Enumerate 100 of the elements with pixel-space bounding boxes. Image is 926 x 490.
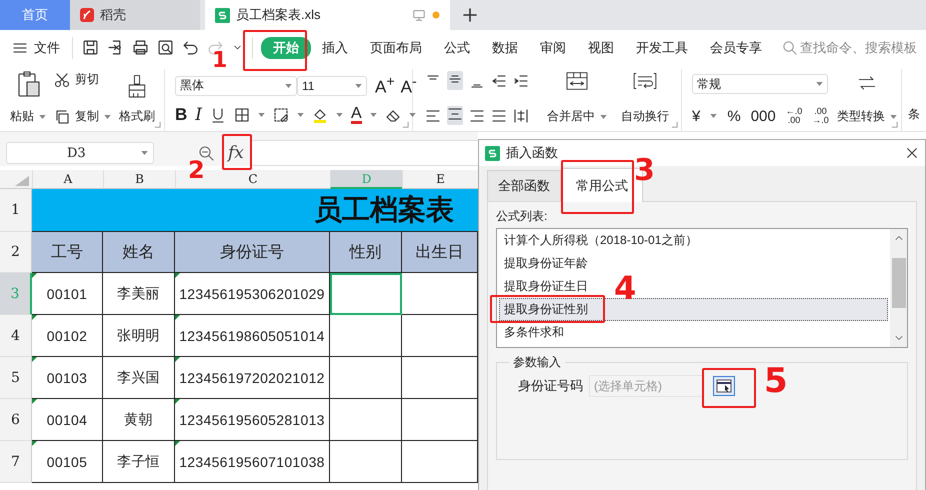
- number-as-text-flag-icon: [32, 315, 37, 320]
- align-left-icon[interactable]: [425, 108, 441, 124]
- active-cell[interactable]: [330, 273, 402, 315]
- ribbon-tab[interactable]: 视图: [577, 36, 625, 58]
- paste-button[interactable]: 粘贴: [10, 108, 34, 125]
- spreadsheet-app-icon: [485, 146, 500, 160]
- dialog-launcher-icon[interactable]: [891, 121, 898, 128]
- number-format-button[interactable]: 000: [750, 108, 776, 124]
- table-cell: [330, 357, 402, 399]
- command-search[interactable]: 查找命令、搜索模板: [782, 38, 917, 56]
- table-cell: 00103: [32, 357, 103, 399]
- highlight-frame: [222, 134, 252, 170]
- new-tab-icon[interactable]: [462, 7, 478, 23]
- formula-list-item[interactable]: 计算个人所得税（2018-10-01之前）: [499, 229, 702, 252]
- ribbon-tab[interactable]: 页面布局: [359, 36, 433, 58]
- fill-color-icon[interactable]: [312, 107, 328, 123]
- select-range-button[interactable]: [713, 376, 735, 396]
- document-tab[interactable]: 稻壳: [70, 0, 200, 30]
- ribbon-tab[interactable]: 开发工具: [625, 36, 699, 58]
- row-header[interactable]: 2: [0, 232, 32, 273]
- header-cell: 姓名: [103, 232, 175, 273]
- copy-button[interactable]: 复制: [54, 108, 99, 125]
- underline-icon[interactable]: [210, 107, 226, 123]
- increase-indent-icon[interactable]: [513, 72, 529, 88]
- file-menu[interactable]: 文件: [12, 38, 60, 56]
- dropdown-caret-icon: [408, 113, 416, 117]
- dialog-launcher-icon[interactable]: [154, 121, 161, 128]
- dialog-launcher-icon[interactable]: [671, 121, 678, 128]
- cell-style-icon[interactable]: [273, 107, 289, 123]
- align-center-icon[interactable]: [447, 106, 463, 122]
- formula-input[interactable]: [250, 140, 478, 166]
- row-header[interactable]: 1: [0, 189, 32, 232]
- align-right-icon[interactable]: [469, 108, 485, 124]
- grow-font-button[interactable]: A$^{+}$: [375, 74, 395, 98]
- cell-reference-field[interactable]: (选择单元格): [589, 375, 703, 397]
- font-size-select[interactable]: 11: [297, 76, 367, 96]
- formula-list-item[interactable]: 提取身份证生日: [499, 275, 593, 298]
- column-header[interactable]: B: [103, 170, 175, 189]
- column-header[interactable]: A: [32, 170, 103, 189]
- decrease-indent-icon[interactable]: [491, 72, 507, 88]
- row-header[interactable]: 6: [0, 399, 32, 441]
- italic-button[interactable]: I: [195, 105, 202, 125]
- save-icon[interactable]: [82, 39, 99, 56]
- formula-list-item[interactable]: 提取身份证年龄: [499, 252, 593, 275]
- font-color-button[interactable]: A: [351, 106, 362, 124]
- preview-icon[interactable]: [157, 39, 174, 56]
- scissors-icon: [54, 72, 70, 88]
- justify-icon[interactable]: [491, 108, 507, 124]
- distributed-icon[interactable]: [513, 108, 529, 124]
- number-as-text-flag-icon: [32, 399, 37, 404]
- parameter-label: 身份证号码: [517, 377, 583, 395]
- insert-function-button[interactable]: fx: [228, 143, 244, 163]
- borders-icon[interactable]: [234, 107, 250, 123]
- font-name-select[interactable]: 黑体: [175, 76, 297, 96]
- dialog-launcher-icon[interactable]: [402, 121, 409, 128]
- ribbon-tab[interactable]: 数据: [481, 36, 529, 58]
- document-tab[interactable]: 员工档案表.xls: [205, 0, 450, 30]
- ribbon-label[interactable]: 条: [908, 106, 920, 123]
- row-header[interactable]: 5: [0, 357, 32, 399]
- ribbon-tab[interactable]: 插入: [311, 36, 359, 58]
- wrap-text-icon[interactable]: [633, 71, 657, 91]
- list-label: 公式列表:: [496, 208, 548, 225]
- cut-button[interactable]: 剪切: [54, 71, 111, 88]
- dropdown-caret-icon: [816, 82, 823, 86]
- export-icon[interactable]: [107, 39, 124, 56]
- number-format-select[interactable]: 常规: [692, 74, 828, 94]
- dropdown-caret-icon: [104, 114, 111, 118]
- undo-icon[interactable]: [182, 39, 199, 56]
- dialog-tab[interactable]: 全部函数: [487, 170, 561, 201]
- zoom-out-icon[interactable]: [198, 145, 214, 161]
- shrink-font-button[interactable]: A$^{-}$: [400, 74, 417, 98]
- cell-name-box[interactable]: D3: [6, 142, 154, 164]
- column-header[interactable]: E: [402, 170, 478, 189]
- dropdown-caret-icon: [297, 113, 304, 117]
- formula-list-item[interactable]: 多条件求和: [499, 321, 569, 344]
- scrollbar[interactable]: [890, 229, 907, 347]
- formula-list-item[interactable]: 提取身份证性别: [499, 298, 888, 321]
- bold-button[interactable]: B: [175, 105, 188, 125]
- number-format-button[interactable]: %: [727, 108, 741, 124]
- row-header[interactable]: 4: [0, 315, 32, 357]
- type-convert-button[interactable]: 类型转换: [836, 108, 885, 125]
- format-painter-button[interactable]: 格式刷: [119, 108, 155, 125]
- print-icon[interactable]: [132, 39, 149, 56]
- merge-cells-icon[interactable]: [565, 71, 589, 91]
- ribbon-tab[interactable]: 审阅: [529, 36, 577, 58]
- number-format-button[interactable]: ¥: [692, 108, 700, 124]
- decimal-button[interactable]: ←.0 .00: [786, 107, 802, 125]
- ribbon-tab[interactable]: 公式: [433, 36, 481, 58]
- number-as-text-flag-icon: [175, 315, 180, 320]
- highlight-frame: [702, 368, 756, 408]
- merge-center-button[interactable]: 合并居中: [547, 108, 595, 125]
- monitor-icon[interactable]: [412, 8, 426, 22]
- decimal-button[interactable]: .00 →.0: [812, 107, 829, 125]
- number-as-text-flag-icon: [175, 357, 180, 362]
- close-icon[interactable]: [905, 146, 919, 160]
- wrap-text-button[interactable]: 自动换行: [621, 108, 669, 125]
- ribbon-tab[interactable]: 会员专享: [699, 36, 773, 58]
- dropdown-caret-icon: [141, 151, 148, 155]
- row-header[interactable]: 7: [0, 441, 32, 483]
- dropdown-caret-icon: [600, 114, 607, 118]
